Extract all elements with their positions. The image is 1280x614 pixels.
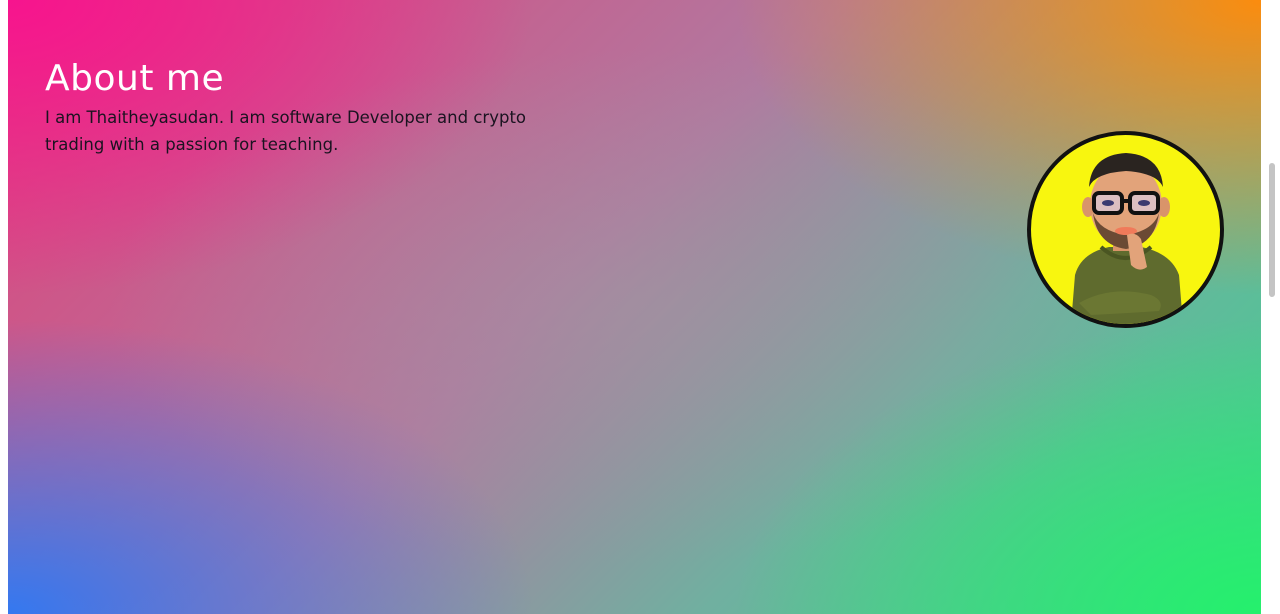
avatar — [1027, 131, 1224, 328]
about-section: About me I am Thaitheyasudan. I am softw… — [8, 0, 1261, 614]
vertical-scrollbar[interactable] — [1265, 0, 1280, 614]
scrollbar-thumb[interactable] — [1269, 163, 1275, 297]
about-description: I am Thaitheyasudan. I am software Devel… — [45, 108, 527, 154]
bitmoji-avatar-icon — [1071, 153, 1183, 324]
page-viewport: About me I am Thaitheyasudan. I am softw… — [0, 0, 1280, 614]
about-title: About me — [45, 58, 225, 99]
